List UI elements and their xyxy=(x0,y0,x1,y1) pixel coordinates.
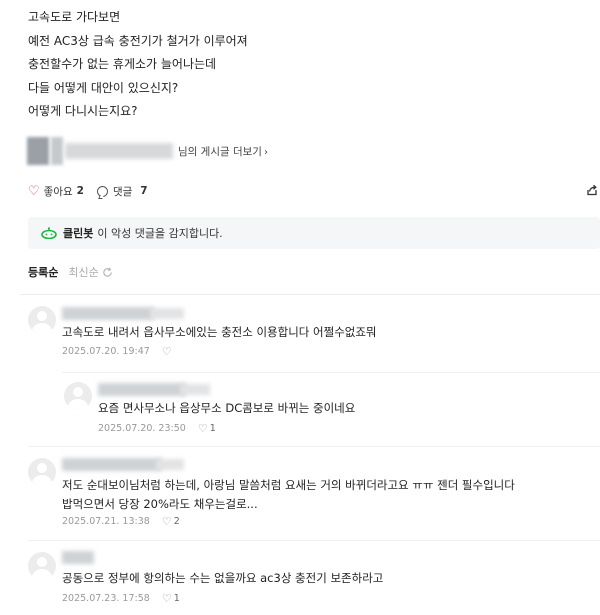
heart-outline-icon[interactable]: ♡ xyxy=(162,516,172,527)
comment-item: 저도 순대보이님처럼 하는데, 아랑님 말씀처럼 요새는 거의 바뀌더라고요 ㅠ… xyxy=(0,446,600,536)
sort-tab-registered[interactable]: 등록순 xyxy=(28,264,58,280)
avatar xyxy=(64,382,92,410)
chevron-right-icon: › xyxy=(263,146,268,158)
nickname-blurred xyxy=(62,307,154,320)
comment-text: 고속도로 내려서 읍사무소에있는 충전소 이용합니다 어쩔수없죠뭐 xyxy=(62,325,377,339)
heart-outline-icon: ♡ xyxy=(28,183,40,199)
comment-button[interactable]: 댓글 7 xyxy=(96,184,148,199)
comment-label: 댓글 xyxy=(112,185,133,198)
post-line: 충전할수가 없는 휴게소가 늘어나는데 xyxy=(28,57,217,71)
like-count: 2 xyxy=(76,185,84,197)
cleanbot-notice: 클린봇 이 악성 댓글을 감지합니다. xyxy=(28,217,600,249)
nickname-blurred xyxy=(62,551,94,564)
comment-separator xyxy=(28,446,600,447)
author-row[interactable]: 님의 게시글 더보기 › xyxy=(27,136,268,166)
refresh-icon[interactable] xyxy=(102,267,113,278)
post-line: 예전 AC3상 급속 충전기가 철거가 이루어져 xyxy=(28,33,248,48)
cleanbot-name: 클린봇 xyxy=(63,227,94,240)
comment-separator xyxy=(62,372,600,373)
like-label: 좋아요 xyxy=(43,185,73,198)
comment-text: 저도 순대보이님처럼 하는데, 아랑님 말씀처럼 요새는 거의 바뀌더라고요 ㅠ… xyxy=(62,478,515,492)
avatar xyxy=(28,458,56,486)
comment-text: 밥먹으면서 당장 20%라도 채우는걸로... xyxy=(62,497,258,511)
comment-date: 2025.07.20. 23:50 xyxy=(98,423,186,434)
author-name-blurred xyxy=(65,143,173,159)
nickname-blurred-tail xyxy=(180,384,210,395)
comment-separator xyxy=(28,540,600,541)
comment-date: 2025.07.21. 13:38 xyxy=(62,516,150,527)
heart-outline-icon[interactable]: ♡ xyxy=(162,346,172,357)
nickname-blurred-tail xyxy=(150,308,184,319)
comment-meta: 2025.07.20. 23:50 ♡ 1 xyxy=(98,423,216,434)
post-line: 다들 어떻게 대안이 있으신지? xyxy=(28,80,179,95)
heart-outline-icon[interactable]: ♡ xyxy=(198,423,208,434)
comment-date: 2025.07.23. 17:58 xyxy=(62,593,150,604)
heart-outline-icon[interactable]: ♡ xyxy=(162,593,172,604)
comment-sort-tabs: 등록순 최신순 xyxy=(28,263,113,281)
comment-text: 공동으로 정부에 항의하는 수는 없을까요 ac3상 충전기 보존하라고 xyxy=(62,571,384,585)
nickname-blurred xyxy=(62,458,162,471)
comment-like-count: 1 xyxy=(173,593,180,604)
comment-like-count: 2 xyxy=(173,516,180,527)
comment-item: 공동으로 정부에 항의하는 수는 없을까요 ac3상 충전기 보존하라고 202… xyxy=(0,540,600,614)
share-icon[interactable] xyxy=(586,184,598,196)
comment-like-count: 1 xyxy=(209,423,216,434)
author-avatar-blurred xyxy=(27,137,49,165)
comment-meta: 2025.07.23. 17:58 ♡ 1 xyxy=(62,593,180,604)
sort-tab-latest[interactable]: 최신순 xyxy=(68,264,98,280)
post-line: 고속도로 가다보면 xyxy=(28,10,121,24)
cleanbot-message: 이 악성 댓글을 감지합니다. xyxy=(97,227,223,240)
comments-divider xyxy=(20,294,600,295)
author-avatar-blurred-edge xyxy=(51,137,63,165)
nickname-blurred xyxy=(98,383,186,396)
comment-count: 7 xyxy=(140,185,148,197)
post-body: 고속도로 가다보면 예전 AC3상 급속 충전기가 철거가 이루어져 충전할수가… xyxy=(28,6,568,124)
avatar xyxy=(28,306,56,334)
action-bar: ♡ 좋아요 2 댓글 7 xyxy=(28,181,600,201)
cleanbot-robot-icon xyxy=(41,227,57,239)
comment-meta: 2025.07.20. 19:47 ♡ xyxy=(62,346,172,357)
comment-date: 2025.07.20. 19:47 xyxy=(62,346,150,357)
nickname-blurred-tail xyxy=(156,459,184,470)
like-button[interactable]: ♡ 좋아요 2 xyxy=(28,184,84,199)
avatar xyxy=(28,552,56,580)
author-more-label: 님의 게시글 더보기 xyxy=(178,145,262,158)
comment-text: 요즘 면사무소나 읍상무소 DC콤보로 바뀌는 중이네요 xyxy=(98,401,356,415)
post-line: 어떻게 다니시는지요? xyxy=(28,104,138,118)
comment-meta: 2025.07.21. 13:38 ♡ 2 xyxy=(62,516,180,527)
speech-bubble-icon xyxy=(96,185,108,197)
comment-item: 고속도로 내려서 읍사무소에있는 충전소 이용합니다 어쩔수없죠뭐 2025.0… xyxy=(0,300,600,370)
author-more-posts-link[interactable]: 님의 게시글 더보기 › xyxy=(178,144,268,159)
comment-reply-item: 요즘 면사무소나 읍상무소 DC콤보로 바뀌는 중이네요 2025.07.20.… xyxy=(0,372,600,444)
